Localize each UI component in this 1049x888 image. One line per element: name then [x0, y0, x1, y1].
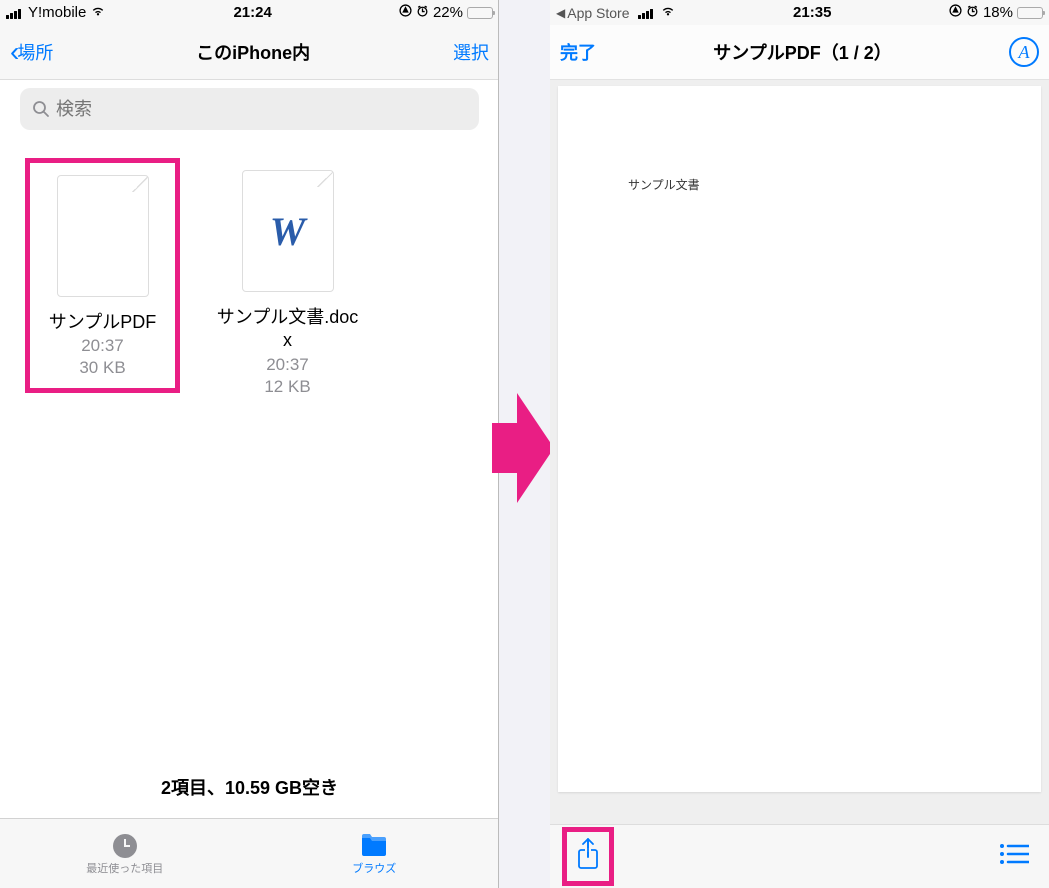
wifi-icon — [90, 4, 106, 21]
tab-recent[interactable]: 最近使った項目 — [0, 819, 250, 888]
arrow-icon — [492, 388, 554, 508]
battery-icon — [1017, 7, 1043, 19]
battery-icon — [467, 7, 493, 19]
pdf-viewer-screen: ◀ App Store 21:35 18% 完了 サンプルPDF（1 / 2） … — [550, 0, 1049, 888]
battery-pct: 22% — [433, 4, 463, 21]
select-button[interactable]: 選択 — [453, 39, 489, 65]
tab-bar: 最近使った項目 ブラウズ — [0, 818, 499, 888]
wifi-icon — [660, 4, 676, 21]
carrier-label: Y!mobile — [28, 4, 86, 21]
search-box[interactable] — [20, 88, 479, 130]
file-thumbnail: W — [242, 170, 334, 292]
pdf-viewport[interactable]: サンプル文書 — [550, 80, 1049, 824]
file-name: サンプル文書.docx — [210, 306, 365, 353]
alarm-icon — [966, 4, 979, 21]
folder-icon — [360, 832, 388, 858]
pdf-page: サンプル文書 — [558, 86, 1041, 792]
file-item-pdf[interactable]: サンプルPDF 20:37 30 KB — [25, 158, 180, 393]
pdf-page-text: サンプル文書 — [628, 176, 1041, 193]
done-button[interactable]: 完了 — [560, 39, 596, 65]
nav-bar: 完了 サンプルPDF（1 / 2） A — [550, 25, 1049, 80]
search-icon — [32, 100, 50, 118]
location-icon — [399, 4, 412, 21]
files-app-screen: Y!mobile 21:24 22% ‹ 場所 このiPhone内 選択 — [0, 0, 499, 888]
signal-icon — [638, 7, 656, 19]
toolbar — [550, 824, 1049, 888]
search-input[interactable] — [56, 99, 467, 120]
file-thumbnail — [57, 175, 149, 297]
list-button[interactable] — [999, 843, 1029, 870]
share-icon — [575, 838, 601, 870]
back-to-app-button[interactable]: ◀ App Store — [556, 5, 630, 21]
pdf-title: サンプルPDF（1 / 2） — [596, 39, 1009, 65]
location-icon — [949, 4, 962, 21]
file-size: 12 KB — [264, 377, 310, 397]
status-time: 21:24 — [233, 4, 271, 21]
status-bar: ◀ App Store 21:35 18% — [550, 0, 1049, 25]
folder-summary: 2項目、10.59 GB空き — [0, 756, 499, 818]
tab-label: 最近使った項目 — [86, 860, 163, 876]
status-bar: Y!mobile 21:24 22% — [0, 0, 499, 25]
files-grid: サンプルPDF 20:37 30 KB W サンプル文書.docx 20:37 … — [0, 138, 499, 756]
status-time: 21:35 — [793, 4, 831, 21]
file-item-docx[interactable]: W サンプル文書.docx 20:37 12 KB — [210, 158, 365, 397]
file-time: 20:37 — [266, 355, 309, 375]
page-title: このiPhone内 — [53, 39, 453, 65]
battery-pct: 18% — [983, 4, 1013, 21]
share-button[interactable] — [562, 827, 614, 886]
tab-label: ブラウズ — [352, 860, 396, 876]
file-size: 30 KB — [79, 358, 125, 378]
file-time: 20:37 — [81, 336, 124, 356]
nav-bar: ‹ 場所 このiPhone内 選択 — [0, 25, 499, 80]
list-icon — [999, 843, 1029, 865]
tab-browse[interactable]: ブラウズ — [250, 819, 500, 888]
file-name: サンプルPDF — [45, 311, 160, 334]
clock-icon — [111, 832, 139, 858]
alarm-icon — [416, 4, 429, 21]
back-label: 場所 — [17, 39, 53, 65]
markup-icon[interactable]: A — [1009, 37, 1039, 67]
back-button[interactable]: ‹ 場所 — [10, 36, 53, 68]
signal-icon — [6, 7, 24, 19]
